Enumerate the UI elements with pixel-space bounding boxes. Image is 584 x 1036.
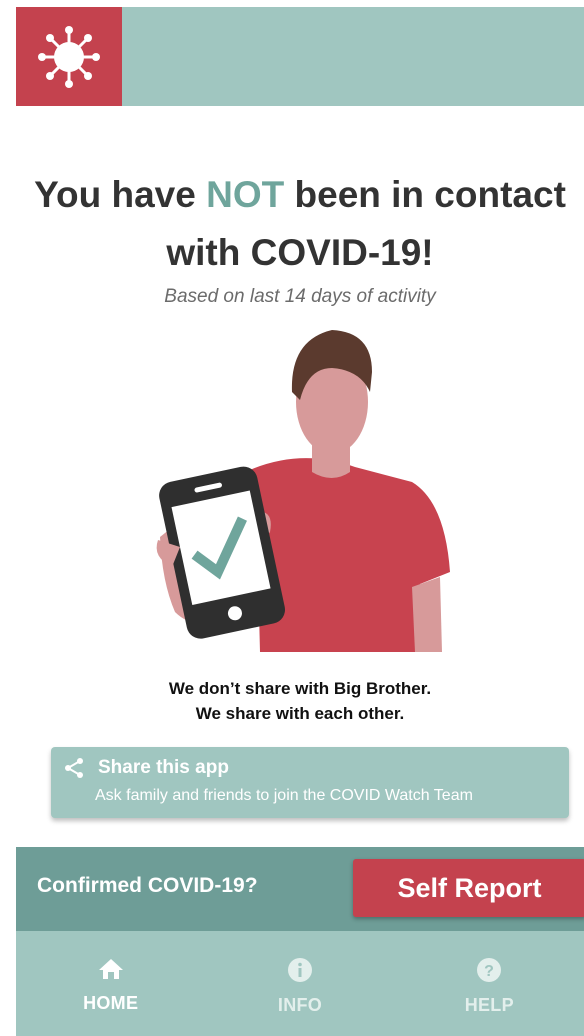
person-with-phone-illustration	[156, 330, 450, 652]
self-report-bar: Confirmed COVID-19? Self Report	[16, 847, 584, 931]
svg-text:?: ?	[484, 963, 494, 980]
confirmed-covid-label: Confirmed COVID-19?	[37, 874, 258, 897]
virus-icon	[38, 25, 100, 88]
top-bar	[16, 7, 584, 106]
self-report-button[interactable]: Self Report	[353, 859, 584, 917]
share-icon	[65, 758, 83, 778]
tab-help-label: HELP	[464, 995, 514, 1015]
status-subline: Based on last 14 days of activity	[164, 286, 436, 307]
tab-info[interactable]: INFO	[205, 931, 394, 1036]
app-logo	[16, 7, 122, 106]
share-subtitle: Ask family and friends to join the COVID…	[95, 787, 473, 804]
share-app-button[interactable]: Share this app Ask family and friends to…	[51, 747, 569, 818]
share-title: Share this app	[98, 757, 229, 778]
headline-text: You have	[34, 174, 207, 215]
home-icon	[98, 959, 123, 979]
tab-home-label: HOME	[83, 993, 139, 1013]
info-icon	[287, 958, 312, 982]
status-headline: You have NOT been in contact with COVID-…	[16, 166, 584, 282]
bottom-tab-bar: HOME INFO ? HELP	[16, 931, 584, 1036]
tagline-line-2: We share with each other.	[195, 704, 405, 723]
tab-info-label: INFO	[277, 995, 323, 1015]
tagline-line-1: We don’t share with Big Brother.	[168, 679, 432, 698]
tab-home[interactable]: HOME	[16, 931, 205, 1036]
help-icon: ?	[477, 958, 502, 982]
privacy-tagline: We don’t share with Big Brother. We shar…	[16, 676, 584, 726]
headline-accent: NOT	[206, 174, 285, 215]
tab-help[interactable]: ? HELP	[395, 931, 584, 1036]
